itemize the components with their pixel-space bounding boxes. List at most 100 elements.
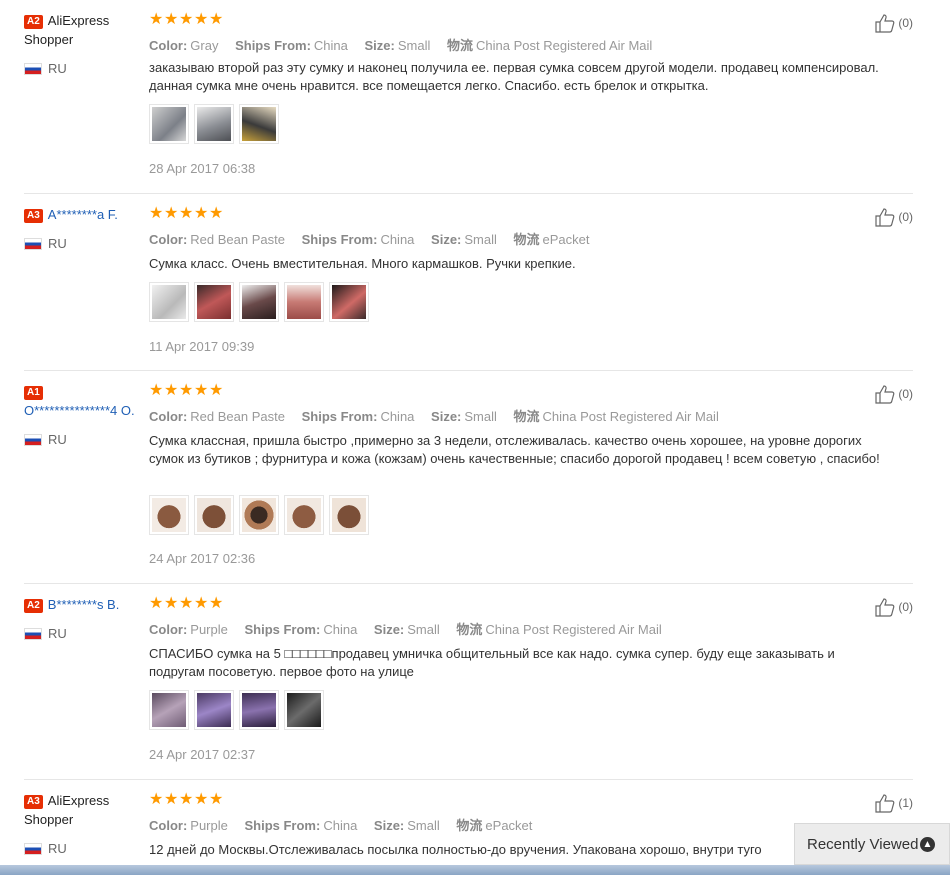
review-item: A1 O***************4 O. RU ★ ★ ★ ★ ★ Color: R… [24,371,913,584]
review-photo[interactable] [284,690,324,730]
order-attributes: Color: Red Bean Paste Ships From: China Si… [149,409,719,424]
star-icon: ★ [149,382,164,399]
buyer-name[interactable]: B********s B. [48,597,120,612]
helpful-button[interactable]: (1) [874,793,913,813]
star-icon: ★ [179,382,194,399]
buyer-level-badge: A3 [24,795,43,809]
star-icon: ★ [209,11,224,28]
thumbs-up-icon [875,598,895,617]
review-photo[interactable] [239,495,279,535]
helpful-button[interactable]: (0) [874,207,913,227]
buyer-name[interactable]: A********a F. [48,207,118,222]
rating-stars: ★ ★ ★ ★ ★ [149,595,224,612]
rating-stars: ★ ★ ★ ★ ★ [149,11,224,28]
review-photo[interactable] [329,495,369,535]
review-photo[interactable] [329,282,369,322]
review-photo[interactable] [284,495,324,535]
review-photo[interactable] [149,690,189,730]
review-text: Сумка класс. Очень вместительная. Много … [149,256,576,271]
review-photos [149,690,324,730]
thumbs-up-icon [875,208,895,227]
star-icon: ★ [194,11,209,28]
star-icon: ★ [179,11,194,28]
review-photo[interactable] [239,690,279,730]
star-icon: ★ [194,382,209,399]
flag-icon [24,62,42,75]
buyer-info: A3 A********a F. RU [24,205,144,253]
flag-icon [24,842,42,855]
buyer-level-badge: A1 [24,386,43,400]
window-taskbar [0,865,950,875]
buyer-country: RU [24,430,144,449]
review-photo[interactable] [194,690,234,730]
star-icon: ★ [149,205,164,222]
star-icon: ★ [149,791,164,808]
star-icon: ★ [149,595,164,612]
review-photo[interactable] [149,282,189,322]
order-attributes: Color: Gray Ships From: China Size: Small 物… [149,38,653,53]
star-icon: ★ [164,205,179,222]
star-icon: ★ [164,382,179,399]
order-attributes: Color: Red Bean Paste Ships From: China Si… [149,232,590,247]
review-photo[interactable] [194,495,234,535]
star-icon: ★ [209,382,224,399]
review-date: 24 Apr 2017 02:37 [149,747,256,762]
review-photos [149,495,369,535]
rating-stars: ★ ★ ★ ★ ★ [149,382,224,399]
helpful-count: (0) [898,210,913,224]
buyer-info: A2 AliExpress Shopper RU [24,11,144,78]
review-item: A3 A********a F. RU ★ ★ ★ ★ ★ Color: Red Bean … [24,194,913,371]
buyer-country: RU [24,234,144,253]
review-item: A2 AliExpress Shopper RU ★ ★ ★ ★ ★ Color: Gray… [24,0,913,194]
review-date: 24 Apr 2017 02:36 [149,551,256,566]
thumbs-up-icon [875,14,895,33]
buyer-info: A1 O***************4 O. RU [24,382,144,449]
review-photo[interactable] [194,104,234,144]
star-icon: ★ [209,595,224,612]
order-attributes: Color: Purple Ships From: China Size: Small… [149,818,533,833]
star-icon: ★ [179,791,194,808]
star-icon: ★ [164,595,179,612]
buyer-level-badge: A2 [24,599,43,613]
star-icon: ★ [149,11,164,28]
buyer-level-badge: A2 [24,15,43,29]
buyer-level-badge: A3 [24,209,43,223]
flag-icon [24,433,42,446]
buyer-info: A3 AliExpress Shopper RU [24,791,144,858]
review-photo[interactable] [149,104,189,144]
review-text: Сумка классная, пришла быстро ,примерно … [149,433,880,466]
helpful-count: (0) [898,600,913,614]
helpful-button[interactable]: (0) [874,384,913,404]
review-photos [149,104,279,144]
rating-stars: ★ ★ ★ ★ ★ [149,205,224,222]
recently-viewed-button[interactable]: Recently Viewed ▲ [794,823,950,865]
buyer-country: RU [24,839,144,858]
review-photo[interactable] [239,104,279,144]
review-date: 28 Apr 2017 06:38 [149,161,256,176]
review-text: СПАСИБО сумка на 5 □□□□□□продавец умничк… [149,646,835,679]
thumbs-up-icon [875,794,895,813]
flag-icon [24,627,42,640]
star-icon: ★ [194,205,209,222]
helpful-button[interactable]: (0) [874,13,913,33]
review-photos [149,282,369,322]
review-text: 12 дней до Москвы.Отслеживалась посылка … [149,842,762,857]
buyer-country: RU [24,624,144,643]
order-attributes: Color: Purple Ships From: China Size: Small… [149,622,662,637]
star-icon: ★ [164,791,179,808]
review-photo[interactable] [239,282,279,322]
recently-viewed-label: Recently Viewed [807,835,919,853]
helpful-button[interactable]: (0) [874,597,913,617]
helpful-count: (0) [898,16,913,30]
review-photo[interactable] [149,495,189,535]
chevron-up-icon: ▲ [920,837,935,852]
buyer-name[interactable]: O***************4 O. [24,403,135,418]
star-icon: ★ [179,205,194,222]
review-text: заказываю второй раз эту сумку и наконец… [149,60,879,93]
review-photo[interactable] [284,282,324,322]
helpful-count: (0) [898,387,913,401]
review-photo[interactable] [194,282,234,322]
star-icon: ★ [164,11,179,28]
buyer-country: RU [24,59,144,78]
buyer-info: A2 B********s B. RU [24,595,144,643]
